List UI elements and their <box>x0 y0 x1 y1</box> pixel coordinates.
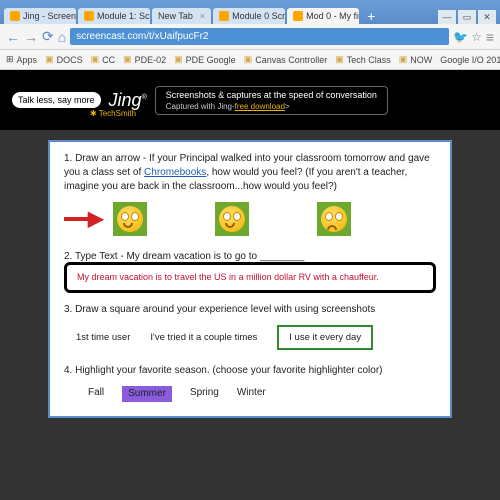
favicon-icon <box>219 11 229 21</box>
close-button[interactable]: ✕ <box>478 10 496 24</box>
apps-button[interactable]: ⊞ Apps <box>6 54 37 65</box>
folder-icon: ▣ <box>335 54 344 65</box>
season-option: Winter <box>237 386 266 402</box>
arrow-head-icon: ▶ <box>88 205 103 233</box>
season-option: Spring <box>190 386 219 402</box>
browser-tab[interactable]: New Tab× <box>152 8 211 24</box>
emoji-row: ▶ <box>64 202 436 236</box>
bookmark-item[interactable]: ▣PDE-02 <box>123 54 166 65</box>
bookmark-item[interactable]: ▣Canvas Controller <box>244 54 328 65</box>
minimize-button[interactable]: — <box>438 10 456 24</box>
bookmark-star-icon[interactable]: ☆ <box>471 30 482 44</box>
bookmarks-bar: ⊞ Apps ▣DOCS ▣CC ▣PDE-02 ▣PDE Google ▣Ca… <box>0 50 500 70</box>
season-row: Fall Summer Spring Winter <box>88 386 436 402</box>
question-1: 1. Draw an arrow - If your Principal wal… <box>64 152 436 194</box>
document-frame: 1. Draw an arrow - If your Principal wal… <box>48 140 452 418</box>
browser-tab-strip: Jing - Screenshots an× Module 1: Screens… <box>0 0 500 24</box>
folder-icon: ▣ <box>91 54 100 65</box>
typed-text-box: My dream vacation is to travel the US in… <box>64 262 436 293</box>
reload-button[interactable]: ⟳ <box>42 28 54 45</box>
bookmark-item[interactable]: ▣CC <box>91 54 116 65</box>
browser-tab[interactable]: Module 1: Screensh× <box>78 8 150 24</box>
bookmark-item[interactable]: ▣NOW <box>399 54 433 65</box>
folder-icon: ▣ <box>45 54 54 65</box>
folder-icon: ▣ <box>123 54 132 65</box>
maximize-button[interactable]: ▭ <box>458 10 476 24</box>
chromebooks-link[interactable]: Chromebooks <box>144 167 206 178</box>
page-content: Talk less, say more Jing TechSmith Scree… <box>0 70 500 500</box>
url-input[interactable]: screencast.com/t/xUaifpucFr2 <box>70 28 449 45</box>
emoji-neutral <box>215 202 249 236</box>
browser-tab[interactable]: Module 0 Screensh× <box>213 8 285 24</box>
forward-button[interactable]: → <box>24 29 38 45</box>
favicon-icon <box>293 11 303 21</box>
slogan-text: Screenshots & captures at the speed of c… <box>166 90 377 100</box>
season-option: Fall <box>88 386 104 402</box>
experience-row: 1st time user I've tried it a couple tim… <box>76 325 436 350</box>
emoji-happy <box>113 202 147 236</box>
question-4: 4. Highlight your favorite season. (choo… <box>64 364 436 378</box>
folder-icon: ▣ <box>174 54 183 65</box>
twitter-icon[interactable]: 🐦 <box>453 30 467 44</box>
tab-close-icon[interactable]: × <box>200 11 205 21</box>
browser-tab-active[interactable]: Mod 0 - My first scr× <box>287 8 359 24</box>
menu-icon[interactable]: ≡ <box>486 29 494 45</box>
bookmark-item[interactable]: Google I/O 2014 - Sc... <box>440 55 500 65</box>
exp-option-selected: I use it every day <box>277 325 373 350</box>
free-download-link[interactable]: free download <box>235 102 285 111</box>
bookmark-item[interactable]: ▣DOCS <box>45 54 83 65</box>
new-tab-button[interactable]: + <box>361 8 381 24</box>
back-button[interactable]: ← <box>6 29 20 45</box>
vendor-label: TechSmith <box>90 109 136 118</box>
tagline-bubble: Talk less, say more <box>12 92 101 108</box>
home-button[interactable]: ⌂ <box>58 29 66 45</box>
captured-with: Captured with Jing-free download> <box>166 102 377 111</box>
jing-logo[interactable]: Jing <box>109 90 147 111</box>
address-bar: ← → ⟳ ⌂ screencast.com/t/xUaifpucFr2 🐦 ☆… <box>0 24 500 50</box>
slogan-box: Screenshots & captures at the speed of c… <box>155 86 388 115</box>
exp-option: I've tried it a couple times <box>150 331 257 344</box>
bookmark-item[interactable]: ▣PDE Google <box>174 54 236 65</box>
emoji-worried <box>317 202 351 236</box>
question-3: 3. Draw a square around your experience … <box>64 303 436 317</box>
folder-icon: ▣ <box>244 54 253 65</box>
arrow-annotation <box>64 217 88 221</box>
season-highlighted: Summer <box>122 386 172 402</box>
browser-tab[interactable]: Jing - Screenshots an× <box>4 8 76 24</box>
site-header: Talk less, say more Jing TechSmith Scree… <box>0 70 500 130</box>
window-controls: — ▭ ✕ <box>438 10 496 24</box>
exp-option: 1st time user <box>76 331 130 344</box>
folder-icon: ▣ <box>399 54 408 65</box>
favicon-icon <box>10 11 20 21</box>
favicon-icon <box>84 11 94 21</box>
bookmark-item[interactable]: ▣Tech Class <box>335 54 391 65</box>
